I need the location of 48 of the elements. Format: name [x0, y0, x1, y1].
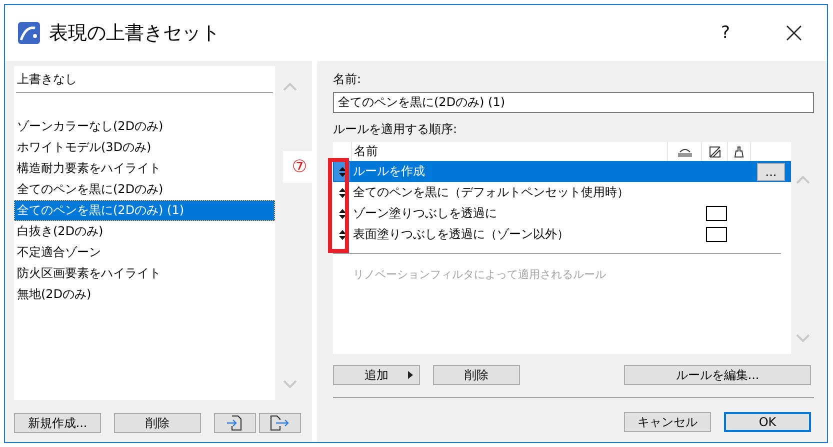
new-button[interactable]: 新規作成...: [14, 413, 101, 433]
list-item[interactable]: ゾーンカラーなし(2Dのみ): [14, 116, 275, 137]
brush-icon: [734, 146, 744, 158]
rule-row[interactable]: 表面塗りつぶしを透過に（ゾーン以外）: [333, 224, 791, 245]
color-swatch[interactable]: [706, 206, 727, 221]
ok-button[interactable]: OK: [724, 412, 811, 432]
list-item[interactable]: 構造耐力要素をハイライト: [14, 158, 275, 179]
import-button[interactable]: [214, 413, 256, 433]
list-item[interactable]: 全てのペンを黒に(2Dのみ): [14, 179, 275, 200]
color-swatch[interactable]: [706, 227, 727, 242]
fill-pattern-icon: [708, 146, 720, 158]
order-label: ルールを適用する順序:: [333, 121, 458, 137]
name-field[interactable]: 全てのペンを黒に(2Dのみ) (1): [333, 92, 814, 113]
app-icon: [18, 22, 40, 44]
list-item[interactable]: 上書きなし: [14, 69, 275, 90]
list-item[interactable]: ホワイトモデル(3Dのみ): [14, 137, 275, 158]
list-item[interactable]: 全てのペンを黒に(2Dのみ) (1): [14, 200, 275, 221]
rule-name: ゾーン塗りつぶしを透過に: [352, 205, 498, 222]
cancel-button[interactable]: キャンセル: [624, 412, 711, 432]
delete-button[interactable]: 削除: [433, 365, 520, 385]
rule-row[interactable]: ゾーン塗りつぶしを透過に: [333, 203, 791, 224]
rule-row[interactable]: 全てのペンを黒に（デフォルトペンセット使用時）: [333, 182, 791, 203]
list-item[interactable]: 白抜き(2Dのみ): [14, 221, 275, 242]
rule-name: ルールを作成: [352, 163, 426, 180]
rule-row[interactable]: ルールを作成 ...: [333, 161, 791, 182]
edit-rule-button[interactable]: ルールを編集...: [624, 365, 811, 385]
name-label: 名前:: [333, 71, 362, 87]
list-item[interactable]: 不定適合ゾーン: [14, 242, 275, 263]
more-button[interactable]: ...: [757, 162, 785, 180]
submenu-arrow-icon: [408, 371, 413, 379]
reorder-handle-icon[interactable]: [338, 188, 346, 198]
window-title: 表現の上書きセット: [49, 21, 220, 46]
export-button[interactable]: [259, 413, 301, 433]
list-item[interactable]: 無地(2Dのみ): [14, 284, 275, 305]
help-button[interactable]: ?: [720, 23, 730, 43]
rule-name: 全てのペンを黒に（デフォルトペンセット使用時）: [352, 184, 630, 201]
list-item[interactable]: 防火区画要素をハイライト: [14, 263, 275, 284]
renovation-rules-text: リノベーションフィルタによって適用されるルール: [352, 267, 606, 282]
layers-icon: [676, 146, 692, 156]
reorder-handle-icon[interactable]: [338, 230, 346, 240]
import-icon: [226, 415, 244, 431]
reorder-handle-icon[interactable]: [338, 166, 346, 176]
rule-name: 表面塗りつぶしを透過に（ゾーン以外）: [352, 226, 570, 243]
export-icon: [270, 415, 290, 431]
delete-button[interactable]: 削除: [114, 413, 201, 433]
reorder-handle-icon[interactable]: [338, 208, 346, 218]
close-icon[interactable]: [786, 25, 802, 41]
add-button[interactable]: 追加: [333, 365, 420, 385]
